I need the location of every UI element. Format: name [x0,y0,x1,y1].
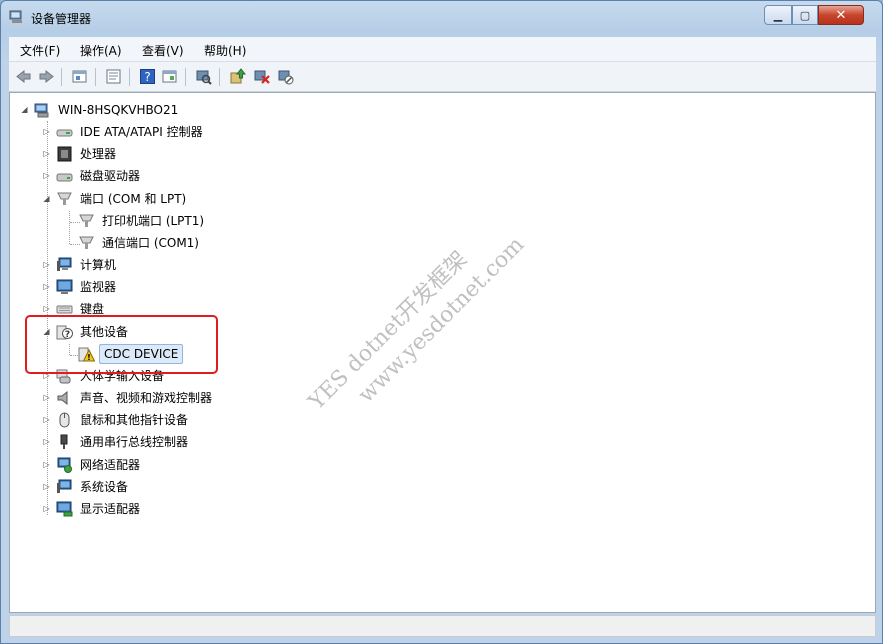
menu-bar: 文件(F) 操作(A) 查看(V) 帮助(H) [9,37,876,62]
tree-item-computer[interactable]: ▷ 计算机 [42,255,342,275]
tree-root[interactable]: ◢ WIN-8HSQKVHBO21 [20,100,220,120]
system-devices-icon [57,479,72,493]
tree-item-monitor[interactable]: ▷ 监视器 [42,277,342,297]
collapse-toggle[interactable]: ◢ [42,189,51,209]
tree-item-label: 计算机 [80,258,117,272]
tree-item-label: 网络适配器 [80,458,141,472]
mouse-icon [59,412,70,428]
update-driver-icon[interactable] [229,68,246,85]
close-icon: ✕ [835,7,847,23]
tree-item-usb[interactable]: ▷ 通用串行总线控制器 [42,432,342,452]
device-manager-icon [9,10,22,23]
maximize-icon: ▢ [799,8,811,22]
expand-toggle[interactable]: ▷ [42,432,51,452]
tree-item-ide[interactable]: ▷ IDE ATA/ATAPI 控制器 [42,122,342,142]
monitor-icon [56,279,73,294]
usb-icon [60,434,68,449]
maximize-button[interactable]: ▢ [792,5,818,25]
minimize-icon: ▁ [773,8,783,22]
close-button[interactable]: ✕ [818,5,864,25]
expand-toggle[interactable]: ▷ [42,477,51,497]
tree-item-ports[interactable]: ◢ 端口 (COM 和 LPT) [42,189,342,209]
tree-item-label: 通用串行总线控制器 [80,435,189,449]
annotation-highlight-box [25,315,218,374]
tree-item-sound[interactable]: ▷ 声音、视频和游戏控制器 [42,388,342,408]
status-bar [9,615,876,637]
tree-item-label: 打印机端口 (LPT1) [102,214,205,228]
tree-item-label: 声音、视频和游戏控制器 [80,391,213,405]
expand-toggle[interactable]: ▷ [42,388,51,408]
disable-icon[interactable] [277,68,294,85]
window-title: 设备管理器 [31,12,92,26]
tree-item-mouse[interactable]: ▷ 鼠标和其他指针设备 [42,410,342,430]
collapse-toggle[interactable]: ◢ [20,100,29,120]
tree-item-processor[interactable]: ▷ 处理器 [42,144,342,164]
expand-toggle[interactable]: ▷ [42,166,51,186]
title-bar[interactable]: 设备管理器 ▁ ▢ ✕ [1,1,882,35]
tree-item-network[interactable]: ▷ 网络适配器 [42,455,342,475]
expand-toggle[interactable]: ▷ [42,122,51,142]
computer-icon [34,103,49,118]
help-icon[interactable]: ? [139,68,156,85]
menu-action[interactable]: 操作(A) [80,42,122,59]
expand-toggle[interactable]: ▷ [42,455,51,475]
forward-icon[interactable] [38,68,55,85]
minimize-button[interactable]: ▁ [764,5,792,25]
toolbar: ? [9,62,876,92]
tree-item-label: 显示适配器 [80,502,141,516]
tree-item-lpt1[interactable]: 打印机端口 (LPT1) [64,211,364,231]
scan-hardware-icon[interactable] [195,68,212,85]
port-icon [79,236,94,249]
tree-item-label: 监视器 [80,280,117,294]
tree-item-label: 磁盘驱动器 [80,169,141,183]
tree-root-label: WIN-8HSQKVHBO21 [58,103,179,117]
toolbar-separator [185,68,186,86]
port-icon [79,214,94,227]
ide-controller-icon [56,129,73,137]
disk-drive-icon [56,173,73,182]
menu-view[interactable]: 查看(V) [142,42,184,59]
toolbar-separator [129,68,130,86]
expand-toggle[interactable]: ▷ [42,410,51,430]
tree-item-label: 鼠标和其他指针设备 [80,413,189,427]
toolbar-separator [219,68,220,86]
sound-icon [57,390,68,406]
tree-item-label: IDE ATA/ATAPI 控制器 [80,125,203,139]
computer-icon [57,257,72,271]
tree-item-display-adapter[interactable]: ▷ 显示适配器 [42,499,342,519]
up-icon[interactable] [71,68,88,85]
expand-toggle[interactable]: ▷ [42,499,51,519]
toolbar-separator [61,68,62,86]
menu-file[interactable]: 文件(F) [20,42,60,59]
tree-item-label: 系统设备 [80,480,129,494]
tree-item-disk[interactable]: ▷ 磁盘驱动器 [42,166,342,186]
device-manager-window: 设备管理器 ▁ ▢ ✕ 文件(F) 操作(A) 查看(V) 帮助(H) ? ◢ … [0,0,883,644]
tree-item-label: 端口 (COM 和 LPT) [80,192,187,206]
show-hide-icon[interactable] [161,68,178,85]
port-icon [57,192,72,205]
svg-text:?: ? [144,70,150,84]
tree-item-system-devices[interactable]: ▷ 系统设备 [42,477,342,497]
processor-icon [57,146,72,162]
toolbar-separator [95,68,96,86]
properties-icon[interactable] [105,68,122,85]
network-adapter-icon [57,457,72,473]
display-adapter-icon [56,501,73,517]
uninstall-icon[interactable] [253,68,270,85]
tree-item-label: 处理器 [80,147,117,161]
expand-toggle[interactable]: ▷ [42,144,51,164]
expand-toggle[interactable]: ▷ [42,255,51,275]
tree-item-label: 通信端口 (COM1) [102,236,199,250]
expand-toggle[interactable]: ▷ [42,277,51,297]
tree-item-com1[interactable]: 通信端口 (COM1) [64,233,364,253]
back-icon[interactable] [15,68,32,85]
menu-help[interactable]: 帮助(H) [204,42,246,59]
watermark-line2: www.yesdotnet.com [353,232,530,408]
